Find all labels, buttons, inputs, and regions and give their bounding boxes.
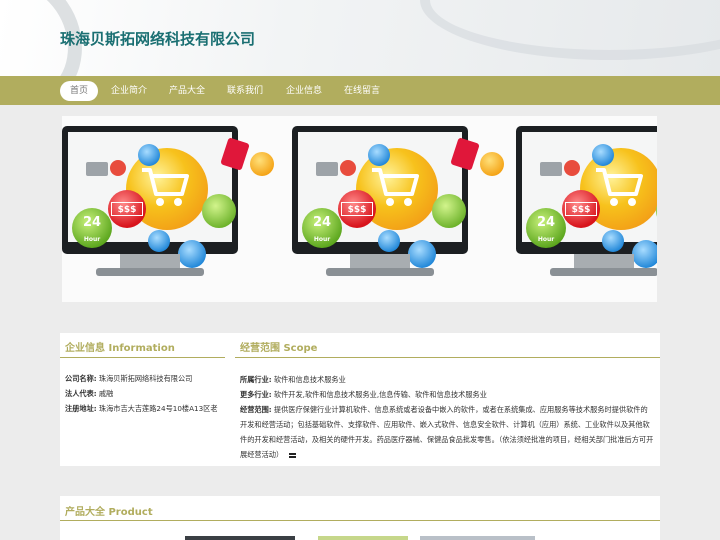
nav-item-products[interactable]: 产品大全: [162, 81, 212, 101]
dollar-icon: $$$: [338, 190, 376, 228]
banner-image[interactable]: $$$ 24 Hour: [62, 116, 274, 302]
info-value: 珠海贝斯拓网络科技有限公司: [98, 374, 193, 383]
nav-item-about[interactable]: 企业简介: [104, 81, 154, 101]
nav-item-company-info[interactable]: 企业信息: [279, 81, 329, 101]
scope-label: 更多行业:: [240, 390, 272, 399]
mail-icon: [480, 152, 504, 176]
mail-icon: [250, 152, 274, 176]
divider: [60, 357, 225, 358]
divider: [60, 520, 660, 521]
nav-item-contact[interactable]: 联系我们: [220, 81, 270, 101]
business-scope-title: 经营范围 Scope: [240, 343, 318, 354]
scope-label: 经营范围:: [240, 405, 272, 414]
gift-icon: [432, 194, 466, 228]
dollar-icon: $$$: [562, 190, 600, 228]
nav-item-home[interactable]: 首页: [60, 81, 98, 101]
24-hour-icon: 24 Hour: [72, 208, 112, 248]
info-value: 珠海市吉大吉莲路24号10楼A13区老: [98, 404, 218, 413]
gift-icon: [202, 194, 236, 228]
info-label: 公司名称:: [65, 374, 97, 383]
menu-icon[interactable]: [289, 452, 297, 458]
banner-carousel[interactable]: $$$ 24 Hour $$$ 24 Hour $$$ 24 Hour: [62, 116, 657, 302]
24-hour-icon: 24 Hour: [526, 208, 566, 248]
banner-image[interactable]: $$$ 24 Hour: [292, 116, 504, 302]
computer-icon: [408, 240, 436, 268]
info-label: 注册地址:: [65, 404, 97, 413]
sale-tag-icon: [450, 137, 480, 171]
monitor-illustration: $$$ 24 Hour: [292, 126, 480, 268]
scope-value: 软件开发,软件和信息技术服务业,信息传输、软件和信息技术服务业: [273, 390, 487, 399]
24-hour-icon: 24 Hour: [302, 208, 342, 248]
computer-icon: [178, 240, 206, 268]
divider: [235, 357, 660, 358]
dollar-icon: $$$: [108, 190, 146, 228]
scope-label: 所属行业:: [240, 375, 272, 384]
decorative-swoosh: [420, 0, 720, 60]
info-row: 法人代表: 戚融: [65, 389, 113, 399]
main-nav: 首页 企业简介 产品大全 联系我们 企业信息 在线留言: [0, 76, 720, 105]
scope-row: 更多行业: 软件开发,软件和信息技术服务业,信息传输、软件和信息技术服务业: [240, 387, 654, 402]
nav-item-message[interactable]: 在线留言: [337, 81, 387, 101]
info-row: 注册地址: 珠海市吉大吉莲路24号10楼A13区老: [65, 404, 218, 414]
computer-icon: [632, 240, 657, 268]
banner-image[interactable]: $$$ 24 Hour: [516, 116, 657, 302]
product-thumbnail[interactable]: [318, 536, 408, 540]
sale-tag-icon: [220, 137, 250, 171]
scope-value: 软件和信息技术服务业: [273, 375, 346, 384]
info-row: 公司名称: 珠海贝斯拓网络科技有限公司: [65, 374, 192, 384]
company-name[interactable]: 珠海贝斯拓网络科技有限公司: [60, 28, 255, 49]
scope-row: 经营范围: 提供医疗保健行业计算机软件、信息系统或者设备中嵌入的软件，或者在系统…: [240, 402, 654, 462]
company-info-title: 企业信息 Information: [65, 343, 175, 354]
scope-row: 所属行业: 软件和信息技术服务业: [240, 372, 654, 387]
site-header: 珠海贝斯拓网络科技有限公司: [0, 0, 720, 76]
products-title: 产品大全 Product: [65, 507, 153, 518]
product-thumbnail[interactable]: [185, 536, 295, 540]
info-value: 戚融: [98, 389, 114, 398]
product-thumbnail[interactable]: [420, 536, 535, 540]
monitor-illustration: $$$ 24 Hour: [516, 126, 657, 268]
scope-value: 提供医疗保健行业计算机软件、信息系统或者设备中嵌入的软件，或者在系统集成、应用服…: [240, 405, 654, 459]
monitor-illustration: $$$ 24 Hour: [62, 126, 250, 268]
info-label: 法人代表:: [65, 389, 97, 398]
